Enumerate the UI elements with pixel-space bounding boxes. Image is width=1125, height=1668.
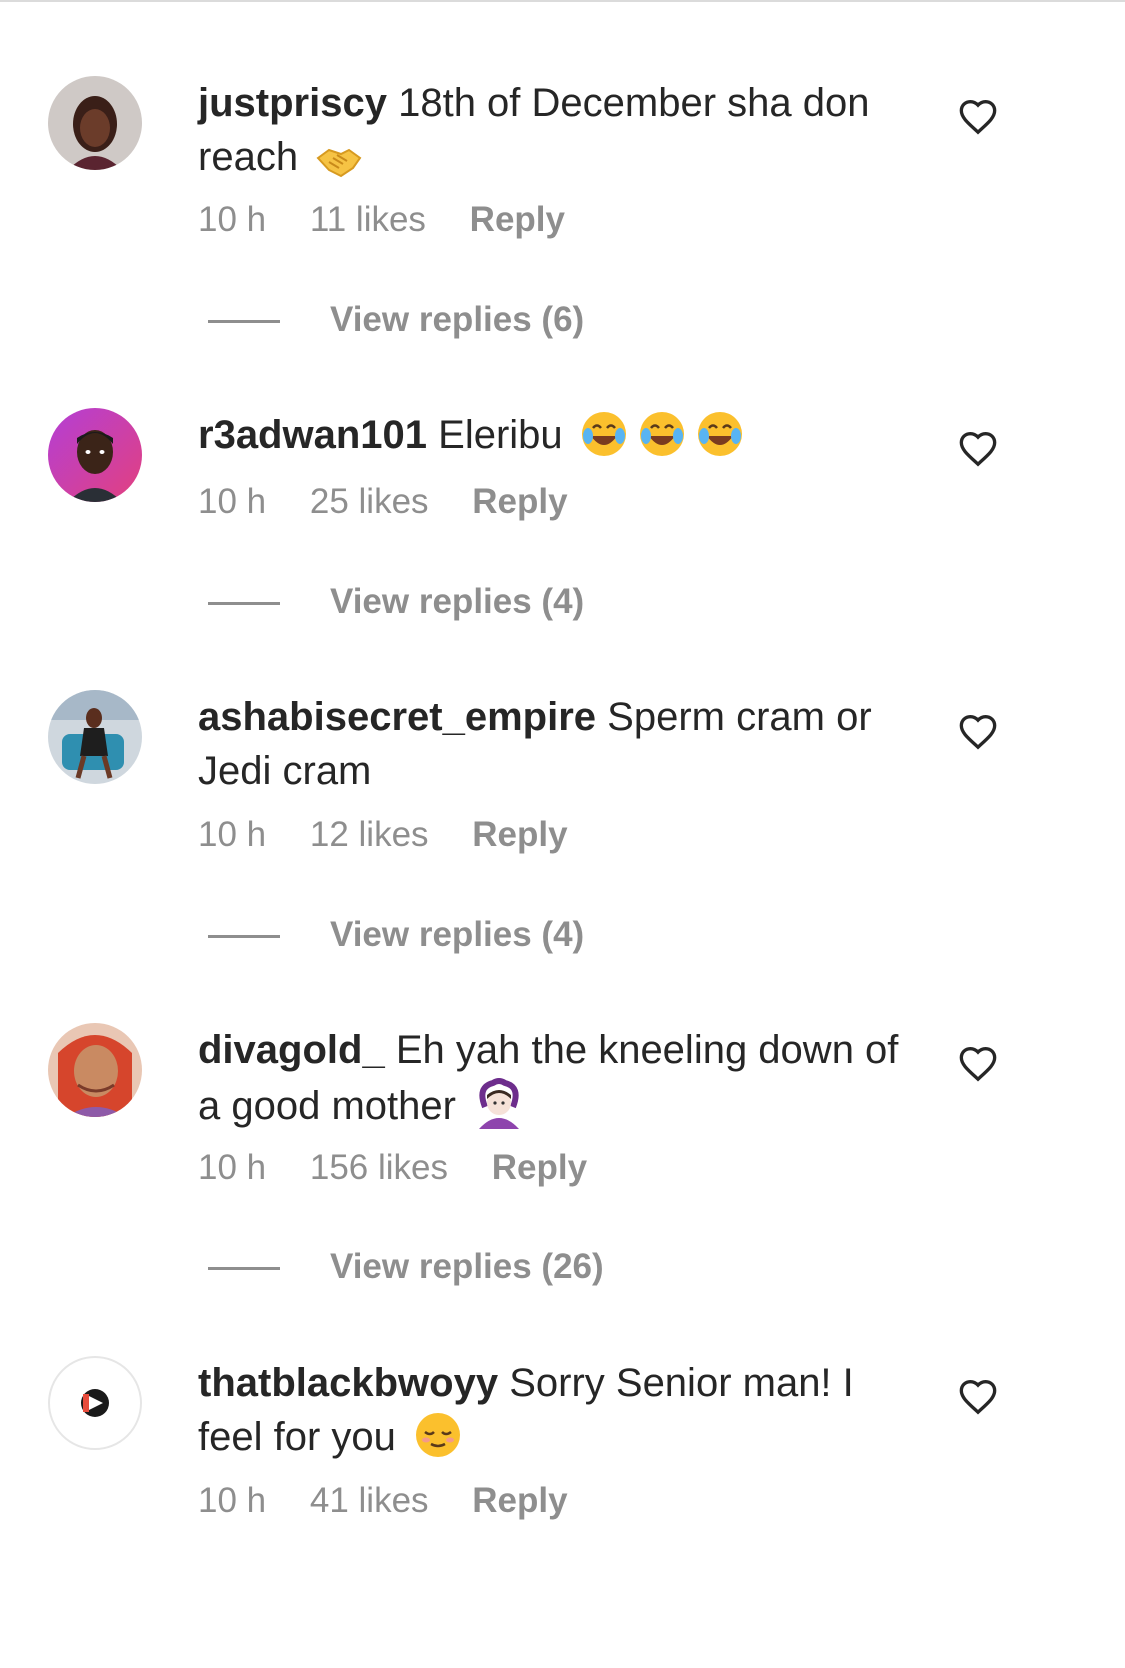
- person-gesturing-ok-emoji-icon: [473, 1077, 525, 1143]
- view-replies-label: View replies (4): [330, 915, 585, 954]
- comment-likes[interactable]: 11 likes: [310, 200, 426, 239]
- comment-text: ashabisecret_empire Sperm cram or Jedi c…: [198, 690, 918, 798]
- divider-line: [208, 320, 280, 324]
- divider-line: [208, 1267, 280, 1271]
- view-replies-label: View replies (6): [330, 300, 585, 339]
- comment-likes[interactable]: 41 likes: [310, 1481, 429, 1520]
- comment-likes[interactable]: 25 likes: [310, 482, 429, 521]
- tears-of-joy-emoji-icon: [580, 410, 750, 472]
- comment-time: 10 h: [198, 815, 267, 854]
- comment-likes[interactable]: 12 likes: [310, 815, 429, 854]
- comment-time: 10 h: [198, 482, 267, 521]
- comment-meta: 10 h 156 likes Reply: [198, 1148, 621, 1188]
- divider-line: [208, 935, 280, 939]
- heart-icon[interactable]: [958, 713, 998, 753]
- comment-text: justpriscy 18th of December sha don reac…: [198, 76, 918, 194]
- comment-meta: 10 h 41 likes Reply: [198, 1481, 602, 1521]
- view-replies-button[interactable]: View replies (4): [208, 915, 584, 955]
- divider-line: [208, 602, 280, 606]
- comment-body: Eleribu: [438, 413, 563, 457]
- comment-username[interactable]: justpriscy: [198, 81, 387, 125]
- comment-meta: 10 h 12 likes Reply: [198, 815, 602, 855]
- view-replies-button[interactable]: View replies (4): [208, 582, 584, 622]
- view-replies-label: View replies (4): [330, 582, 585, 621]
- avatar[interactable]: [48, 690, 142, 784]
- comment-username[interactable]: ashabisecret_empire: [198, 695, 596, 739]
- comment-username[interactable]: thatblackbwoyy: [198, 1361, 498, 1405]
- comment-meta: 10 h 25 likes Reply: [198, 482, 602, 522]
- heart-icon[interactable]: [958, 1378, 998, 1418]
- handshake-emoji-icon: [315, 140, 363, 194]
- reply-button[interactable]: Reply: [492, 1148, 587, 1187]
- comment-likes[interactable]: 156 likes: [310, 1148, 448, 1187]
- view-replies-label: View replies (26): [330, 1247, 604, 1286]
- heart-icon[interactable]: [958, 430, 998, 470]
- comment-meta: 10 h 11 likes Reply: [198, 200, 599, 240]
- comment-time: 10 h: [198, 1148, 267, 1187]
- comment-text: divagold_ Eh yah the kneeling down of a …: [198, 1023, 918, 1143]
- heart-icon[interactable]: [958, 1045, 998, 1085]
- reply-button[interactable]: Reply: [470, 200, 565, 239]
- view-replies-button[interactable]: View replies (26): [208, 1247, 604, 1287]
- avatar[interactable]: [48, 1356, 142, 1450]
- comment-time: 10 h: [198, 1481, 267, 1520]
- comment-time: 10 h: [198, 200, 267, 239]
- reply-button[interactable]: Reply: [472, 482, 567, 521]
- view-replies-button[interactable]: View replies (6): [208, 300, 584, 340]
- top-divider: [0, 0, 1125, 2]
- comment-text: r3adwan101 Eleribu: [198, 408, 918, 472]
- reply-button[interactable]: Reply: [472, 1481, 567, 1520]
- comment-username[interactable]: r3adwan101: [198, 413, 427, 457]
- heart-icon[interactable]: [958, 98, 998, 138]
- relieved-face-emoji-icon: [413, 1410, 463, 1474]
- avatar[interactable]: [48, 408, 142, 502]
- avatar[interactable]: [48, 1023, 142, 1117]
- comment-text: thatblackbwoyy Sorry Senior man! I feel …: [198, 1356, 918, 1474]
- reply-button[interactable]: Reply: [472, 815, 567, 854]
- avatar[interactable]: [48, 76, 142, 170]
- comment-username[interactable]: divagold_: [198, 1028, 385, 1072]
